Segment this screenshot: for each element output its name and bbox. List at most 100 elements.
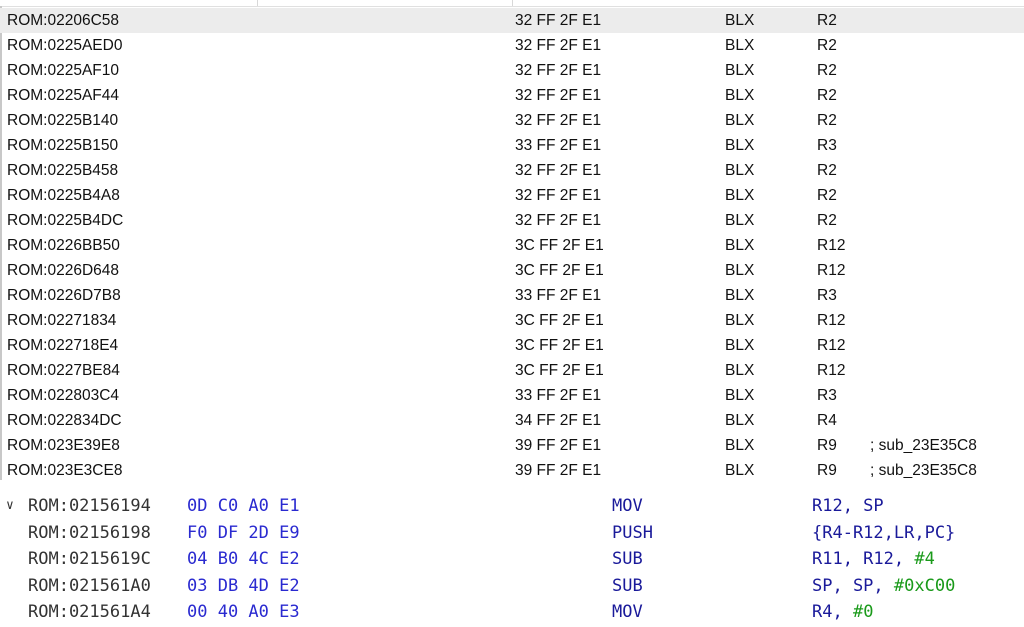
xref-row[interactable]: ROM:022803C4 33 FF 2F E1 BLX R3 xyxy=(0,383,1024,408)
xref-row[interactable]: ROM:023E3CE8 39 FF 2F E1 BLX R9 ; sub_23E35C… xyxy=(0,458,1024,483)
xref-bytes: 33 FF 2F E1 xyxy=(515,387,602,404)
disassembly-line[interactable]: ∨ ROM:02156194 0D C0 A0 E1 MOV R12, SP xyxy=(0,494,1024,521)
xref-address: ROM:0225B4A8 xyxy=(7,187,120,204)
xref-bytes: 32 FF 2F E1 xyxy=(515,37,602,54)
line-mnemonic: SUB xyxy=(612,549,643,569)
operand-text: R11, R12, xyxy=(812,549,915,569)
xref-mnemonic: BLX xyxy=(725,287,755,304)
xref-row[interactable]: ROM:0225B140 32 FF 2F E1 BLX R2 xyxy=(0,108,1024,133)
xref-row[interactable]: ROM:0225B4A8 32 FF 2F E1 BLX R2 xyxy=(0,183,1024,208)
xref-row[interactable]: ROM:0225AED0 32 FF 2F E1 BLX R2 xyxy=(0,33,1024,58)
xref-mnemonic: BLX xyxy=(725,262,755,279)
operand-text: SP, SP, xyxy=(812,575,894,596)
line-bytes: 00 40 A0 E3 xyxy=(187,602,300,622)
xref-bytes: 3C FF 2F E1 xyxy=(515,337,604,354)
column-header xyxy=(0,0,1024,7)
disassembly-line[interactable]: ROM:02156198 F0 DF 2D E9 PUSH {R4-R12,LR,PC… xyxy=(0,521,1024,548)
xref-operand: R2 xyxy=(817,212,837,229)
xref-bytes: 3C FF 2F E1 xyxy=(515,312,604,329)
xref-address: ROM:02271834 xyxy=(7,312,117,329)
line-operand: {R4-R12,LR,PC} xyxy=(812,523,955,543)
disassembly-line[interactable]: ROM:021561A4 00 40 A0 E3 MOV R4, #0 xyxy=(0,600,1024,627)
line-bytes: 04 B0 4C E2 xyxy=(187,549,300,569)
xref-operand: R4 xyxy=(817,412,837,429)
xref-row[interactable]: ROM:02206C58 32 FF 2F E1 BLX R2 xyxy=(0,8,1024,33)
xref-row[interactable]: ROM:0227BE84 3C FF 2F E1 BLX R12 xyxy=(0,358,1024,383)
xref-row[interactable]: ROM:0225AF44 32 FF 2F E1 BLX R2 xyxy=(0,83,1024,108)
line-bytes: 03 DB 4D E2 xyxy=(187,575,300,596)
xref-mnemonic: BLX xyxy=(725,387,755,404)
xref-address: ROM:0226D648 xyxy=(7,262,120,279)
xref-address: ROM:0225B150 xyxy=(7,137,119,154)
xref-address: ROM:0227BE84 xyxy=(7,362,120,379)
line-mnemonic: SUB xyxy=(612,575,643,596)
xref-row[interactable]: ROM:0225B150 33 FF 2F E1 BLX R3 xyxy=(0,133,1024,158)
xref-bytes: 32 FF 2F E1 xyxy=(515,112,602,129)
line-operand: R4, #0 xyxy=(812,602,873,622)
xref-row[interactable]: ROM:0225B458 32 FF 2F E1 BLX R2 xyxy=(0,158,1024,183)
xref-row[interactable]: ROM:0226BB50 3C FF 2F E1 BLX R12 xyxy=(0,233,1024,258)
line-mnemonic: MOV xyxy=(612,496,643,516)
xref-mnemonic: BLX xyxy=(725,12,755,29)
xref-mnemonic: BLX xyxy=(725,462,755,479)
xref-bytes: 33 FF 2F E1 xyxy=(515,137,602,154)
xref-operand: R2 xyxy=(817,162,837,179)
xref-bytes: 32 FF 2F E1 xyxy=(515,212,602,229)
line-address: ROM:02156194 xyxy=(28,496,151,516)
column-separator[interactable] xyxy=(257,0,258,6)
xref-row[interactable]: ROM:02271834 3C FF 2F E1 BLX R12 xyxy=(0,308,1024,333)
operand-immediate: #0 xyxy=(852,602,874,622)
xref-mnemonic: BLX xyxy=(725,412,755,429)
xref-address: ROM:02206C58 xyxy=(7,12,120,29)
xref-mnemonic: BLX xyxy=(725,187,755,204)
xref-comment: ; sub_23E35C8 xyxy=(870,462,977,479)
xref-operand: R2 xyxy=(817,62,837,79)
disassembly-line[interactable]: ROM:0215619C 04 B0 4C E2 SUB R11, R12, #4 xyxy=(0,547,1024,574)
xref-row[interactable]: ROM:023E39E8 39 FF 2F E1 BLX R9 ; sub_23E35C… xyxy=(0,433,1024,458)
xref-operand: R12 xyxy=(817,362,846,379)
xref-operand: R2 xyxy=(817,37,837,54)
xref-bytes: 3C FF 2F E1 xyxy=(515,237,604,254)
xref-address: ROM:0225B4DC xyxy=(7,212,124,229)
xref-operand: R2 xyxy=(817,187,837,204)
operand-immediate: #0xC00 xyxy=(893,575,956,596)
xref-bytes: 3C FF 2F E1 xyxy=(515,262,604,279)
xref-operand: R2 xyxy=(817,112,837,129)
line-bytes: F0 DF 2D E9 xyxy=(187,522,300,543)
xref-bytes: 32 FF 2F E1 xyxy=(515,12,602,29)
xref-mnemonic: BLX xyxy=(725,362,755,379)
xref-row[interactable]: ROM:0226D7B8 33 FF 2F E1 BLX R3 xyxy=(0,283,1024,308)
xref-address: ROM:0226BB50 xyxy=(7,237,120,254)
xref-address: ROM:0225AF44 xyxy=(7,87,119,104)
xref-row[interactable]: ROM:022834DC 34 FF 2F E1 BLX R4 xyxy=(0,408,1024,433)
xref-row[interactable]: ROM:022718E4 3C FF 2F E1 BLX R12 xyxy=(0,333,1024,358)
xref-address: ROM:0226D7B8 xyxy=(7,287,121,304)
xref-address: ROM:022803C4 xyxy=(7,387,120,404)
column-separator[interactable] xyxy=(512,0,513,6)
line-address: ROM:02156198 xyxy=(28,522,151,543)
xref-operand: R9 xyxy=(817,462,837,479)
xref-address: ROM:0225B140 xyxy=(7,112,119,129)
disassembly-line[interactable]: ROM:021561A0 03 DB 4D E2 SUB SP, SP, #0xC00 xyxy=(0,574,1024,601)
xref-mnemonic: BLX xyxy=(725,137,755,154)
xref-row[interactable]: ROM:0225AF10 32 FF 2F E1 BLX R2 xyxy=(0,58,1024,83)
xref-mnemonic: BLX xyxy=(725,112,755,129)
xref-operand: R2 xyxy=(817,87,837,104)
xref-mnemonic: BLX xyxy=(725,37,755,54)
disassembly-view: ∨ ROM:02156194 0D C0 A0 E1 MOV R12, SP ROM:02… xyxy=(0,494,1024,627)
xref-row[interactable]: ROM:0226D648 3C FF 2F E1 BLX R12 xyxy=(0,258,1024,283)
xref-mnemonic: BLX xyxy=(725,337,755,354)
line-mnemonic: PUSH xyxy=(612,522,653,543)
line-address: ROM:0215619C xyxy=(28,549,151,569)
line-address: ROM:021561A4 xyxy=(28,602,151,622)
xref-operand: R12 xyxy=(817,237,846,254)
xref-bytes: 39 FF 2F E1 xyxy=(515,437,602,454)
chevron-down-icon[interactable]: ∨ xyxy=(6,498,14,513)
line-operand: R11, R12, #4 xyxy=(812,549,935,569)
xref-operand: R12 xyxy=(817,337,846,354)
xref-list: ROM:02206C58 32 FF 2F E1 BLX R2 ROM:0225AED0… xyxy=(0,8,1024,483)
xref-address: ROM:0225AF10 xyxy=(7,62,119,79)
line-operand: R12, SP xyxy=(812,496,884,516)
xref-mnemonic: BLX xyxy=(725,162,755,179)
xref-row[interactable]: ROM:0225B4DC 32 FF 2F E1 BLX R2 xyxy=(0,208,1024,233)
